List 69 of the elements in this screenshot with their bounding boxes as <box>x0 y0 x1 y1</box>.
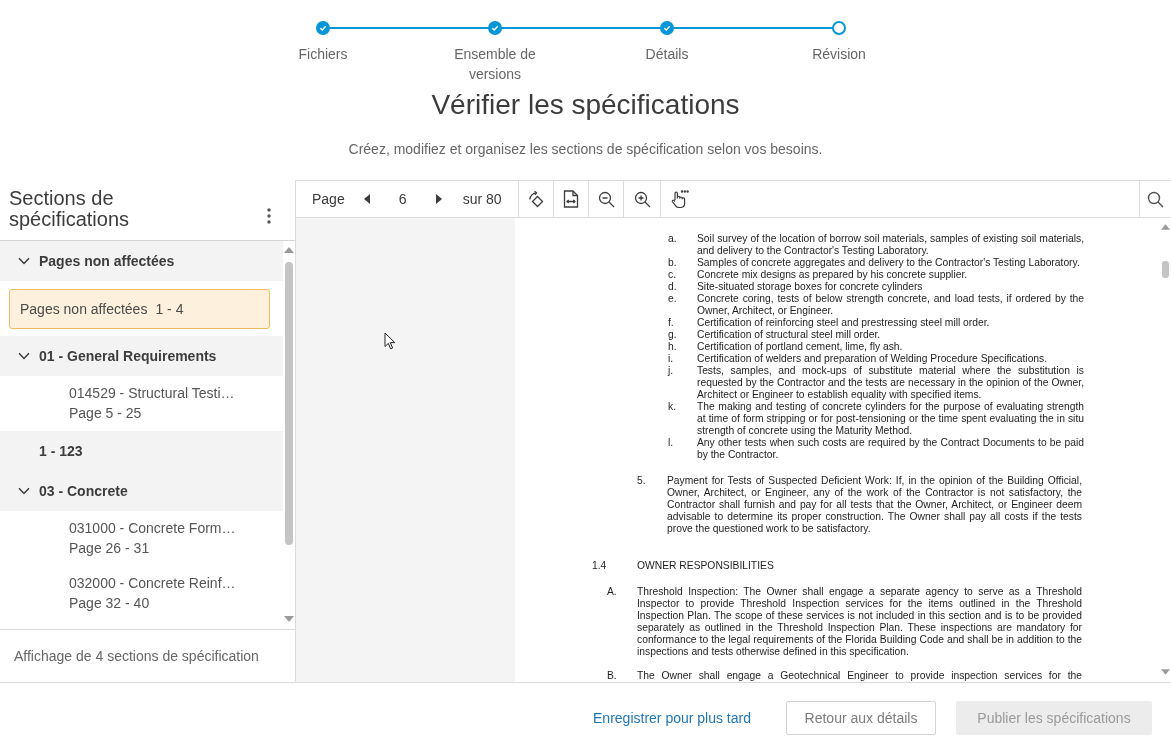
item-letter: a. <box>668 233 678 246</box>
list-item-text: The making and testing of concrete cylinders for the purpose of evaluating strength at time of form stripping or for post-tensioning or the time spent evaluating the in situ strength of concrete using the Maturity Method. <box>697 401 1084 437</box>
tree-group-row[interactable]: Pages non affectées <box>0 241 283 281</box>
tree-item[interactable]: 031000 - Concrete Form… Page 26 - 31 <box>0 511 283 566</box>
step-label: Fichiers <box>298 45 348 64</box>
list-item-text: Certification of structural steel mill order. <box>697 329 882 341</box>
list-item-text: Certification of welders and preparation of Welding Procedure Specifications. <box>697 353 1049 365</box>
scroll-thumb[interactable] <box>1162 261 1169 278</box>
scroll-up-icon[interactable] <box>1161 224 1170 230</box>
scroll-down-icon[interactable] <box>284 616 294 622</box>
item-letter: d. <box>668 281 678 293</box>
page-title: Vérifier les spécifications <box>431 88 740 122</box>
tree-group-row[interactable]: 03 - Concrete <box>0 471 283 511</box>
list-item-text: Certification of reinforcing steel and prestressing steel mill order. <box>697 317 991 329</box>
save-for-later-link[interactable]: Enregistrer pour plus tard <box>593 709 751 726</box>
article-number: 1.4 <box>592 560 608 572</box>
kebab-menu-icon <box>267 208 271 224</box>
item-letter: g. <box>668 329 678 341</box>
tree-item[interactable]: Pages non affectées 1 - 4 <box>9 289 270 329</box>
section-count-text: Affichage de 4 sections de spécification <box>14 648 259 664</box>
page-label: Page <box>312 191 345 207</box>
scroll-down-icon[interactable] <box>1161 669 1170 675</box>
step-label: Ensemble de versions <box>453 45 537 84</box>
page-number-field[interactable]: 6 <box>381 187 424 211</box>
paragraph-letter: A. <box>607 586 618 599</box>
mouse-pointer-icon <box>384 332 396 350</box>
list-item-text: Concrete mix designs as prepared by his concrete supplier. <box>697 269 969 281</box>
tree-item[interactable]: 014529 - Structural Testi… Page 5 - 25 <box>0 376 283 431</box>
list-item-text: Certification of portland cement, lime, fly ash. <box>697 341 904 353</box>
list-item-text: Site-situated storage boxes for concrete cylinders <box>697 281 924 293</box>
list-item-text: Soil survey of the location of borrow soil materials, samples of existing soil materials, and delivery to the Contractor's Testing Laboratory. <box>697 233 1084 257</box>
list-item-text: Tests, samples, and mock-ups of substitute material where the substitution is requested by the Contractor and the tests are necessary in the opinion of the Owner, Architect or Engineer to establish equality with specified items. <box>697 365 1084 401</box>
tree-group-row[interactable]: 01 - General Requirements <box>0 336 283 376</box>
page-total-label: sur 80 <box>462 191 502 207</box>
item-letter: l. <box>668 437 675 450</box>
zoom-out-icon <box>597 190 615 208</box>
search-icon <box>1147 190 1164 208</box>
item-letter: i. <box>668 353 675 365</box>
rotate-icon <box>527 190 545 208</box>
list-item-text: Concrete coring, tests of below strength concrete, and load tests, if ordered by the Owner, Architect, or Engineer. <box>697 293 1084 317</box>
item-letter: h. <box>668 341 678 353</box>
hand-icon <box>670 189 690 209</box>
paragraph-letter: B. <box>607 670 618 682</box>
zoom-in-icon <box>633 190 651 208</box>
page-width-icon <box>563 190 579 208</box>
step-label: Révision <box>812 45 866 64</box>
tree-group-row[interactable]: 1 - 123 <box>0 431 283 471</box>
paragraph-text: The Owner shall engage a Geotechnical Engineer to provide inspection services for the <box>637 670 1082 682</box>
triangle-right-icon <box>435 194 442 204</box>
paragraph-text: Threshold Inspection: The Owner shall engage a separate agency to serve as a Threshold Inspector to provide Threshold Inspection services for the items outlined in the Threshold Inspection Plan. The scope of these services is not included in this section and is to be provided separately as outlined in the Threshold Inspection Plan. These inspections are mandatory for conformance to the legal requirements of the Florida Building Code and shall be in addition to the inspections and tests otherwise defined in this specification. <box>637 586 1082 658</box>
step-label: Détails <box>645 45 689 64</box>
item-letter: b. <box>668 257 678 269</box>
item-letter: k. <box>668 401 677 414</box>
item-letter: c. <box>668 269 677 281</box>
item-letter: e. <box>668 293 678 306</box>
article-heading: OWNER RESPONSIBILITIES <box>637 560 775 572</box>
scroll-thumb[interactable] <box>285 262 293 545</box>
item-number: 5. <box>637 475 647 488</box>
item-letter: j. <box>668 365 675 378</box>
list-item-text: Any other tests when such costs are required by the Contract Documents to be paid by the Contractor. <box>697 437 1084 461</box>
item-letter: f. <box>668 317 675 329</box>
panel-title: Sections de spécifications <box>9 188 131 232</box>
triangle-left-icon <box>363 194 370 204</box>
list-item-text: Samples of concrete aggregates and delivery to the Contractor's Testing Laboratory. <box>697 257 1081 269</box>
page-subtitle: Créez, modifiez et organisez les sections de spécification selon vos besoins. <box>348 140 823 159</box>
scroll-up-icon[interactable] <box>284 247 294 253</box>
tree-item[interactable]: 032000 - Concrete Reinf… Page 32 - 40 <box>0 566 283 621</box>
list-item-text: Payment for Tests of Suspected Deficient Work: If, in the opinion of the Building Official, Owner, Architect, or Engineer, any of the work of the Contractor is not satisfactory, the Contractor shall furnish and pay for all tests that the Owner, Architect, or Engineer deem advisable to determine its proper construction. The Owner shall pay all costs if the tests prove the questioned work to be satisfactory. <box>667 475 1082 535</box>
back-button[interactable]: Retour aux détails <box>786 700 936 735</box>
